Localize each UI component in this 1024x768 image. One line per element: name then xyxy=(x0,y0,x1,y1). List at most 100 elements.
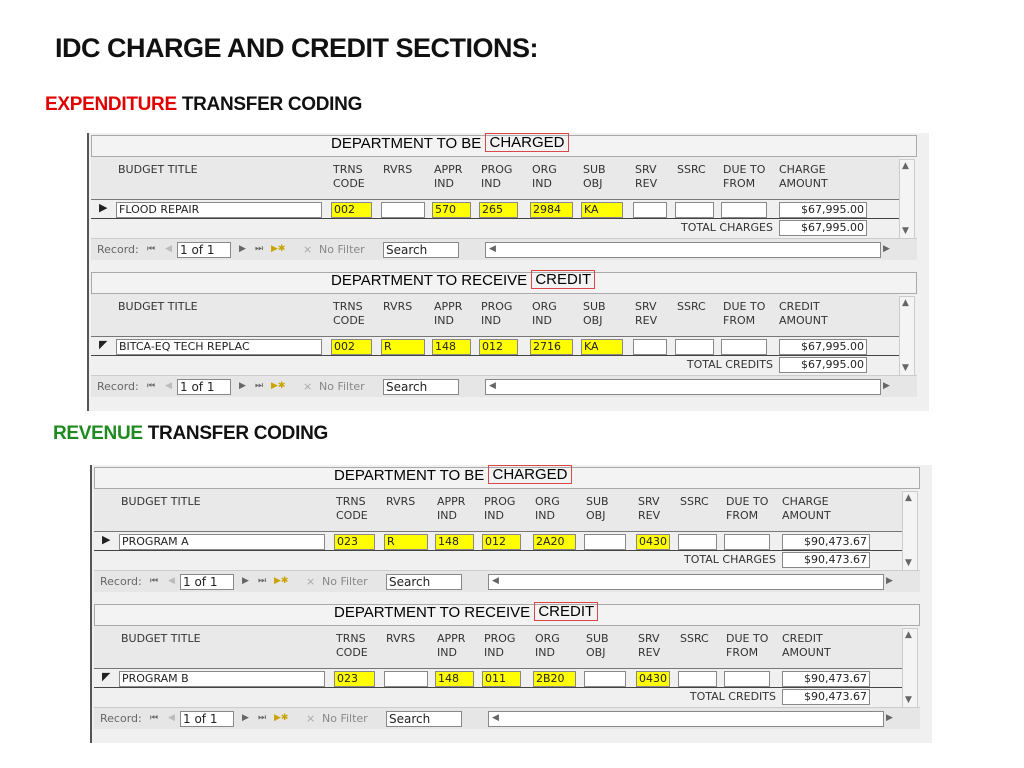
ssrc-field[interactable] xyxy=(678,671,717,687)
last-record-icon[interactable]: ⏭ xyxy=(258,576,266,586)
budget-title-field[interactable]: FLOOD REPAIR xyxy=(116,202,322,218)
no-filter-button[interactable]: No Filter xyxy=(319,243,365,257)
filter-icon[interactable]: ⨯ xyxy=(303,380,312,393)
srv-field[interactable]: 0430 xyxy=(636,671,670,687)
amount-field[interactable]: $67,995.00 xyxy=(779,339,867,355)
ssrc-field[interactable] xyxy=(675,202,714,218)
next-record-icon[interactable]: ▶ xyxy=(239,244,246,254)
horizontal-scrollbar[interactable] xyxy=(488,711,884,727)
org-field[interactable]: 2984 xyxy=(530,202,573,218)
previous-record-icon[interactable]: ◀ xyxy=(165,381,172,391)
search-input[interactable]: Search xyxy=(386,711,462,727)
scroll-up-icon[interactable]: ▲ xyxy=(902,298,909,308)
scroll-down-icon[interactable]: ▼ xyxy=(902,226,909,236)
srv-field[interactable] xyxy=(633,202,667,218)
previous-record-icon[interactable]: ◀ xyxy=(168,576,175,586)
last-record-icon[interactable]: ⏭ xyxy=(255,381,263,391)
scroll-up-icon[interactable]: ▲ xyxy=(902,161,909,171)
scroll-down-icon[interactable]: ▼ xyxy=(905,695,912,705)
new-record-icon[interactable]: ▶✱ xyxy=(274,713,288,723)
horizontal-scrollbar[interactable] xyxy=(485,242,881,258)
srv-field[interactable] xyxy=(633,339,667,355)
new-record-icon[interactable]: ▶✱ xyxy=(271,381,285,391)
no-filter-button[interactable]: No Filter xyxy=(319,380,365,394)
due-field[interactable] xyxy=(721,339,767,355)
scroll-right-icon[interactable]: ▶ xyxy=(883,244,890,254)
sub-field[interactable]: KA xyxy=(581,339,623,355)
next-record-icon[interactable]: ▶ xyxy=(239,381,246,391)
search-input[interactable]: Search xyxy=(383,379,459,395)
filter-icon[interactable]: ⨯ xyxy=(306,712,315,725)
prog-field[interactable]: 011 xyxy=(482,671,521,687)
filter-icon[interactable]: ⨯ xyxy=(306,575,315,588)
appr-field[interactable]: 148 xyxy=(432,339,471,355)
budget-title-field[interactable]: PROGRAM B xyxy=(119,671,325,687)
appr-field[interactable]: 570 xyxy=(432,202,471,218)
srv-field[interactable]: 0430 xyxy=(636,534,670,550)
appr-field[interactable]: 148 xyxy=(435,534,474,550)
trns-field[interactable]: 023 xyxy=(334,534,375,550)
horizontal-scrollbar[interactable] xyxy=(485,379,881,395)
no-filter-button[interactable]: No Filter xyxy=(322,575,368,589)
due-field[interactable] xyxy=(724,534,770,550)
budget-title-field[interactable]: BITCA-EQ TECH REPLAC xyxy=(116,339,322,355)
sub-field[interactable] xyxy=(584,671,626,687)
search-input[interactable]: Search xyxy=(386,574,462,590)
record-position-field[interactable]: 1 of 1 xyxy=(177,242,231,258)
first-record-icon[interactable]: ⏮ xyxy=(150,576,158,586)
rvrs-field[interactable] xyxy=(384,671,428,687)
next-record-icon[interactable]: ▶ xyxy=(242,576,249,586)
rvrs-field[interactable]: R xyxy=(381,339,425,355)
due-field[interactable] xyxy=(724,671,770,687)
scroll-down-icon[interactable]: ▼ xyxy=(905,558,912,568)
record-position-field[interactable]: 1 of 1 xyxy=(177,379,231,395)
first-record-icon[interactable]: ⏮ xyxy=(147,381,155,391)
scroll-right-icon[interactable]: ▶ xyxy=(886,713,893,723)
ssrc-field[interactable] xyxy=(675,339,714,355)
no-filter-button[interactable]: No Filter xyxy=(322,712,368,726)
first-record-icon[interactable]: ⏮ xyxy=(147,244,155,254)
next-record-icon[interactable]: ▶ xyxy=(242,713,249,723)
prog-field[interactable]: 012 xyxy=(482,534,521,550)
scroll-right-icon[interactable]: ▶ xyxy=(886,576,893,586)
scroll-left-icon[interactable]: ◀ xyxy=(492,713,499,723)
record-position-field[interactable]: 1 of 1 xyxy=(180,711,234,727)
last-record-icon[interactable]: ⏭ xyxy=(258,713,266,723)
filter-icon[interactable]: ⨯ xyxy=(303,243,312,256)
appr-field[interactable]: 148 xyxy=(435,671,474,687)
scroll-right-icon[interactable]: ▶ xyxy=(883,381,890,391)
rvrs-field[interactable]: R xyxy=(384,534,428,550)
new-record-icon[interactable]: ▶✱ xyxy=(274,576,288,586)
last-record-icon[interactable]: ⏭ xyxy=(255,244,263,254)
sub-field[interactable] xyxy=(584,534,626,550)
previous-record-icon[interactable]: ◀ xyxy=(168,713,175,723)
amount-field[interactable]: $67,995.00 xyxy=(779,202,867,218)
first-record-icon[interactable]: ⏮ xyxy=(150,713,158,723)
sub-field[interactable]: KA xyxy=(581,202,623,218)
scroll-up-icon[interactable]: ▲ xyxy=(905,493,912,503)
amount-field[interactable]: $90,473.67 xyxy=(782,534,870,550)
scroll-up-icon[interactable]: ▲ xyxy=(905,630,912,640)
ssrc-field[interactable] xyxy=(678,534,717,550)
org-field[interactable]: 2A20 xyxy=(533,534,576,550)
search-input[interactable]: Search xyxy=(383,242,459,258)
org-field[interactable]: 2B20 xyxy=(533,671,576,687)
trns-field[interactable]: 002 xyxy=(331,339,372,355)
new-record-icon[interactable]: ▶✱ xyxy=(271,244,285,254)
budget-title-field[interactable]: PROGRAM A xyxy=(119,534,325,550)
scroll-left-icon[interactable]: ◀ xyxy=(489,381,496,391)
record-position-field[interactable]: 1 of 1 xyxy=(180,574,234,590)
trns-field[interactable]: 023 xyxy=(334,671,375,687)
due-field[interactable] xyxy=(721,202,767,218)
prog-field[interactable]: 265 xyxy=(479,202,518,218)
scroll-down-icon[interactable]: ▼ xyxy=(902,363,909,373)
rvrs-field[interactable] xyxy=(381,202,425,218)
scroll-left-icon[interactable]: ◀ xyxy=(489,244,496,254)
org-field[interactable]: 2716 xyxy=(530,339,573,355)
horizontal-scrollbar[interactable] xyxy=(488,574,884,590)
scroll-left-icon[interactable]: ◀ xyxy=(492,576,499,586)
amount-field[interactable]: $90,473.67 xyxy=(782,671,870,687)
trns-field[interactable]: 002 xyxy=(331,202,372,218)
previous-record-icon[interactable]: ◀ xyxy=(165,244,172,254)
prog-field[interactable]: 012 xyxy=(479,339,518,355)
